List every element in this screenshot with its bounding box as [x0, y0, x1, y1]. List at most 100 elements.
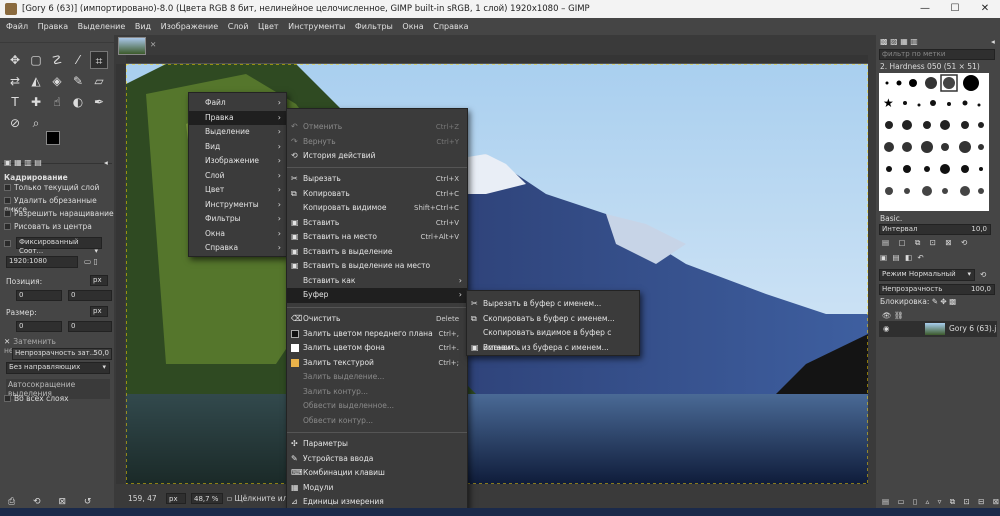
edit-modules[interactable]: ▦ Модули — [287, 481, 467, 496]
vertical-ruler[interactable] — [116, 64, 125, 484]
edit-paste[interactable]: ▣ Вставить Ctrl+V — [287, 216, 467, 231]
menu-help[interactable]: Справка — [433, 22, 468, 31]
warp-tool-icon[interactable]: ◭ — [27, 72, 45, 90]
mode-reset-icon[interactable]: ⟲ — [980, 270, 986, 279]
buffer-copy-named[interactable]: ⧉ Скопировать в буфер с именем... — [467, 312, 639, 327]
size-unit-select[interactable]: px — [90, 306, 108, 317]
ctx-menu-edit[interactable]: Правка › — [189, 110, 286, 125]
ctx-menu-help[interactable]: Справка › — [189, 241, 286, 256]
measure-tool-icon[interactable]: ⌕ — [27, 114, 45, 132]
layer-visibility-eye-icon[interactable]: ◉ — [883, 324, 890, 333]
ctx-menu-windows[interactable]: Окна › — [189, 227, 286, 242]
paintbrush-tool-icon[interactable]: ✎ — [69, 72, 87, 90]
option-fixed[interactable] — [4, 239, 14, 248]
edit-fill-fg[interactable]: Залить цветом переднего плана Ctrl+, — [287, 327, 467, 342]
option-allow-growing[interactable]: Разрешить наращивание — [4, 209, 114, 218]
ctx-menu-file[interactable]: Файл › — [189, 96, 286, 111]
edit-cut[interactable]: ✂ Вырезать Ctrl+X — [287, 172, 467, 187]
tab-menu-icon[interactable]: ◂ — [104, 158, 108, 167]
menu-view[interactable]: Вид — [135, 22, 151, 31]
transform-tool-icon[interactable]: ⇄ — [6, 72, 24, 90]
rect-select-tool-icon[interactable]: ▢ — [27, 51, 45, 69]
edit-fill-selection[interactable]: Залить выделение... — [287, 370, 467, 385]
fixed-aspect-select[interactable]: Фиксированный Соот... ▾ — [16, 237, 102, 255]
menu-filters[interactable]: Фильтры — [355, 22, 393, 31]
option-current-layer-only[interactable]: Только текущий слой — [4, 183, 99, 192]
size-y-input[interactable]: 0 — [68, 321, 112, 332]
brush-filter-input[interactable]: фильтр по метки — [879, 49, 995, 60]
shade-opacity-slider[interactable]: Непрозрачность зат... 50,0 — [12, 348, 112, 360]
edit-buffer[interactable]: Буфер › — [287, 288, 467, 303]
fuzzy-select-tool-icon[interactable]: ⁄ — [69, 51, 87, 69]
ctx-menu-filters[interactable]: Фильтры › — [189, 212, 286, 227]
option-all-layers[interactable]: Во всех слоях — [4, 394, 69, 403]
ratio-orientation-icons[interactable]: ▭ ▯ — [84, 257, 98, 266]
edit-history[interactable]: ⟲ История действий — [287, 149, 467, 164]
menu-windows[interactable]: Окна — [402, 22, 423, 31]
edit-keyboard-shortcuts[interactable]: ⌨ Комбинации клавиш — [287, 466, 467, 481]
edit-fill-bg[interactable]: Залить цветом фона Ctrl+. — [287, 341, 467, 356]
layer-actions-icons[interactable]: ▤ ▭ ▯ ▵ ▿ ⧉ ⊡ ⊟ ⊠ — [882, 497, 999, 507]
maximize-button[interactable]: ☐ — [940, 0, 970, 18]
ctx-menu-image[interactable]: Изображение › — [189, 154, 286, 169]
position-unit-select[interactable]: px — [90, 275, 108, 286]
ctx-menu-tools[interactable]: Инструменты › — [189, 198, 286, 213]
crop-tool-icon[interactable]: ⌗ — [90, 51, 108, 69]
menu-select[interactable]: Выделение — [78, 22, 126, 31]
layer-row[interactable]: ◉ Gory 6 (63).j — [879, 321, 997, 337]
edit-copy[interactable]: ⧉ Копировать Ctrl+C — [287, 187, 467, 202]
edit-copy-visible[interactable]: Копировать видимое Shift+Ctrl+C — [287, 201, 467, 216]
foreground-color-swatch[interactable] — [46, 131, 60, 145]
heal-tool-icon[interactable]: ✚ — [27, 93, 45, 111]
minimize-button[interactable]: — — [910, 0, 940, 18]
ctx-menu-view[interactable]: Вид › — [189, 140, 286, 155]
edit-undo[interactable]: ↶ Отменить Ctrl+Z — [287, 120, 467, 135]
edit-preferences[interactable]: ✣ Параметры — [287, 437, 467, 452]
menu-layer[interactable]: Слой — [228, 22, 249, 31]
zoom-select[interactable]: 48,7 % — [191, 493, 223, 504]
position-y-input[interactable]: 0 — [68, 290, 112, 301]
brush-spacing-slider[interactable]: Интервал 10,0 — [879, 224, 991, 235]
buffer-cut-named[interactable]: ✂ Вырезать в буфер с именем... — [467, 297, 639, 312]
edit-stroke-selection[interactable]: Обвести выделенное... — [287, 399, 467, 414]
tab-menu-icon[interactable]: ◂ — [991, 37, 995, 46]
layer-opacity-slider[interactable]: Непрозрачность 100,0 — [879, 284, 995, 295]
edit-paste-into-selection[interactable]: ▣ Вставить в выделение — [287, 245, 467, 260]
edit-stroke-path[interactable]: Обвести контур... — [287, 414, 467, 429]
lock-icons[interactable]: ✎ ✥ ▩ — [932, 297, 956, 306]
tool-options-bottom-icons[interactable]: ⎙ ⟲ ⊠ ↺ — [8, 497, 91, 507]
smudge-tool-icon[interactable]: ☝ — [48, 93, 66, 111]
layers-tab-icons[interactable]: ▣ ▤ ◧ ↶ — [880, 253, 924, 262]
menu-tools[interactable]: Инструменты — [288, 22, 345, 31]
brush-grid[interactable]: ★ — [879, 73, 989, 211]
dock-handle[interactable] — [0, 35, 114, 43]
option-from-center[interactable]: Рисовать из центра — [4, 222, 92, 231]
eraser-tool-icon[interactable]: ▱ — [90, 72, 108, 90]
guides-select[interactable]: Без направляющих ▾ — [6, 362, 110, 374]
edit-redo[interactable]: ↷ Вернуть Ctrl+Y — [287, 135, 467, 150]
position-x-input[interactable]: 0 — [16, 290, 62, 301]
lasso-tool-icon[interactable]: ☡ — [48, 51, 66, 69]
edit-fill-path[interactable]: Залить контур... — [287, 385, 467, 400]
bucket-fill-tool-icon[interactable]: ◈ — [48, 72, 66, 90]
buffer-copy-visible-named[interactable]: Скопировать видимое в буфер с именем... — [467, 326, 639, 352]
text-tool-icon[interactable]: T — [6, 93, 24, 111]
ctx-menu-colors[interactable]: Цвет › — [189, 183, 286, 198]
image-thumbnail-tab[interactable] — [118, 37, 146, 55]
edit-input-devices[interactable]: ✎ Устройства ввода — [287, 452, 467, 467]
buffer-paste-named[interactable]: ▣ Вставить из буфера с именем... — [467, 341, 639, 356]
menu-file[interactable]: Файл — [6, 22, 28, 31]
horizontal-ruler[interactable] — [126, 55, 868, 64]
ctx-menu-layer[interactable]: Слой › — [189, 169, 286, 184]
close-button[interactable]: ✕ — [970, 0, 1000, 18]
menu-colors[interactable]: Цвет — [258, 22, 279, 31]
menu-edit[interactable]: Правка — [38, 22, 68, 31]
aspect-ratio-input[interactable]: 1920:1080 — [6, 256, 78, 268]
edit-paste-into-selection-in-place[interactable]: ▣ Вставить в выделение на место — [287, 259, 467, 274]
edit-paste-in-place[interactable]: ▣ Вставить на место Ctrl+Alt+V — [287, 230, 467, 245]
ctx-menu-select[interactable]: Выделение › — [189, 125, 286, 140]
brush-actions-icons[interactable]: ▤ ▢ ⧉ ⊡ ⊠ ⟲ — [882, 238, 967, 248]
dodge-tool-icon[interactable]: ◐ — [69, 93, 87, 111]
close-tab-icon[interactable]: ✕ — [150, 40, 156, 49]
layer-mode-select[interactable]: Режим Нормальный ▾ — [879, 269, 975, 281]
